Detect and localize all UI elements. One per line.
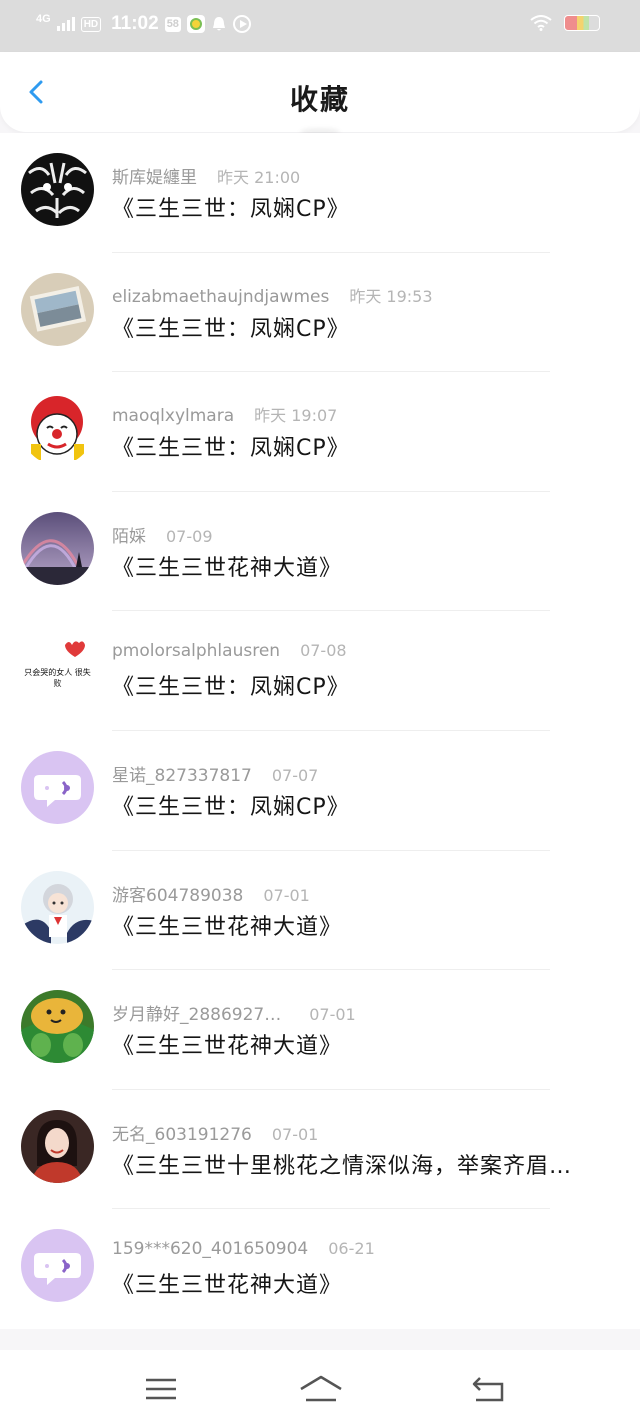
favorite-title: 《三生三世花神大道》: [112, 914, 343, 940]
rainbow-avatar[interactable]: [21, 511, 94, 585]
favorite-title: 《三生三世十里桃花之情深似海，举案齐眉…: [112, 1153, 573, 1179]
username: pmolorsalphlausren: [112, 641, 281, 662]
list-item[interactable]: 斯库媞纏里 昨天 21:00 《三生三世：凤娴CP》: [0, 133, 640, 253]
menu-button[interactable]: [141, 1372, 181, 1406]
avatar-caption: 只会哭的女人 很失败: [24, 668, 91, 689]
username: 斯库媞纏里: [112, 168, 197, 188]
timestamp: 07-01: [263, 885, 310, 905]
tiger-avatar[interactable]: [21, 153, 94, 226]
anime-avatar[interactable]: [21, 870, 94, 944]
list-item[interactable]: 只会哭的女人 很失败 pmolorsalphlausren 07-08 《三生三…: [0, 611, 640, 731]
timestamp: 昨天 19:07: [254, 406, 338, 426]
notification-badge: 58: [164, 16, 181, 32]
timestamp: 昨天 19:53: [349, 286, 433, 306]
favorite-title: 《三生三世：凤娴CP》: [112, 794, 350, 820]
system-nav-bar: [0, 1350, 640, 1427]
favorite-title: 《三生三世：凤娴CP》: [112, 675, 350, 701]
favorite-title: 《三生三世花神大道》: [112, 1034, 343, 1060]
favorite-title: 《三生三世花神大道》: [112, 555, 343, 581]
wifi-icon: [530, 15, 552, 31]
battery-icon: [564, 15, 600, 31]
photo-avatar[interactable]: [21, 272, 94, 346]
username: 岁月静好_2886927…: [112, 1005, 282, 1026]
username: maoqlxylmara: [112, 406, 235, 427]
list-item[interactable]: 无名_603191276 07-01 《三生三世十里桃花之情深似海，举案齐眉…: [0, 1090, 640, 1210]
timestamp: 昨天 21:00: [217, 168, 301, 187]
app-notification-icon: [186, 15, 205, 33]
play-icon: [232, 15, 251, 33]
favorites-list: 斯库媞纏里 昨天 21:00 《三生三世：凤娴CP》 elizabmaethau…: [0, 133, 640, 1329]
timestamp: 07-01: [271, 1124, 319, 1144]
favorite-title: 《三生三世：凤娴CP》: [112, 436, 350, 462]
header: 收藏: [0, 52, 640, 132]
timestamp: 07-01: [309, 1005, 356, 1025]
list-item[interactable]: 159***620_401650904 06-21 《三生三世花神大道》: [0, 1209, 640, 1329]
list-item[interactable]: elizabmaethaujndjawmes 昨天 19:53 《三生三世：凤娴…: [0, 253, 640, 373]
portrait-avatar[interactable]: [21, 1109, 94, 1183]
home-icon: [300, 1375, 342, 1402]
list-item[interactable]: 游客604789038 07-01 《三生三世花神大道》: [0, 851, 640, 971]
list-item[interactable]: 岁月静好_2886927… 07-01 《三生三世花神大道》: [0, 970, 640, 1090]
username: 游客604789038: [112, 885, 244, 906]
list-item[interactable]: maoqlxylmara 昨天 19:07 《三生三世：凤娴CP》: [0, 372, 640, 492]
username: 159***620_401650904: [112, 1239, 309, 1260]
heart-text-avatar[interactable]: 只会哭的女人 很失败: [21, 631, 94, 705]
username: elizabmaethaujndjawmes: [112, 286, 330, 307]
list-item[interactable]: 星诺_827337817 07-07 《三生三世：凤娴CP》: [0, 731, 640, 851]
status-bar: 4G HD 11:02 58: [0, 0, 640, 52]
favorite-title: 《三生三世：凤娴CP》: [112, 197, 350, 222]
default-chat-avatar[interactable]: [21, 750, 94, 824]
favorite-title: 《三生三世花神大道》: [112, 1273, 343, 1299]
username: 陌婇: [112, 526, 146, 547]
list-item[interactable]: 陌婇 07-09 《三生三世花神大道》: [0, 492, 640, 612]
status-time: 11:02: [111, 13, 159, 34]
bell-icon: [211, 15, 227, 33]
default-chat-avatar[interactable]: [21, 1229, 94, 1303]
timestamp: 06-21: [328, 1239, 375, 1259]
page-title: 收藏: [289, 83, 350, 116]
timestamp: 07-09: [166, 526, 213, 546]
clown-avatar[interactable]: [21, 392, 94, 466]
timestamp: 07-08: [300, 641, 347, 661]
menu-icon: [146, 1378, 176, 1400]
network-type: 4G: [36, 13, 51, 25]
home-button[interactable]: [298, 1372, 344, 1406]
food-avatar[interactable]: [21, 990, 94, 1064]
hd-badge: HD: [80, 16, 102, 32]
back-icon: [472, 1377, 504, 1402]
favorite-title: 《三生三世：凤娴CP》: [112, 316, 350, 342]
username: 星诺_827337817: [112, 765, 252, 786]
timestamp: 07-07: [271, 765, 319, 785]
username: 无名_603191276: [112, 1124, 252, 1145]
back-nav-button[interactable]: [468, 1372, 508, 1406]
signal-icon: [56, 17, 75, 31]
